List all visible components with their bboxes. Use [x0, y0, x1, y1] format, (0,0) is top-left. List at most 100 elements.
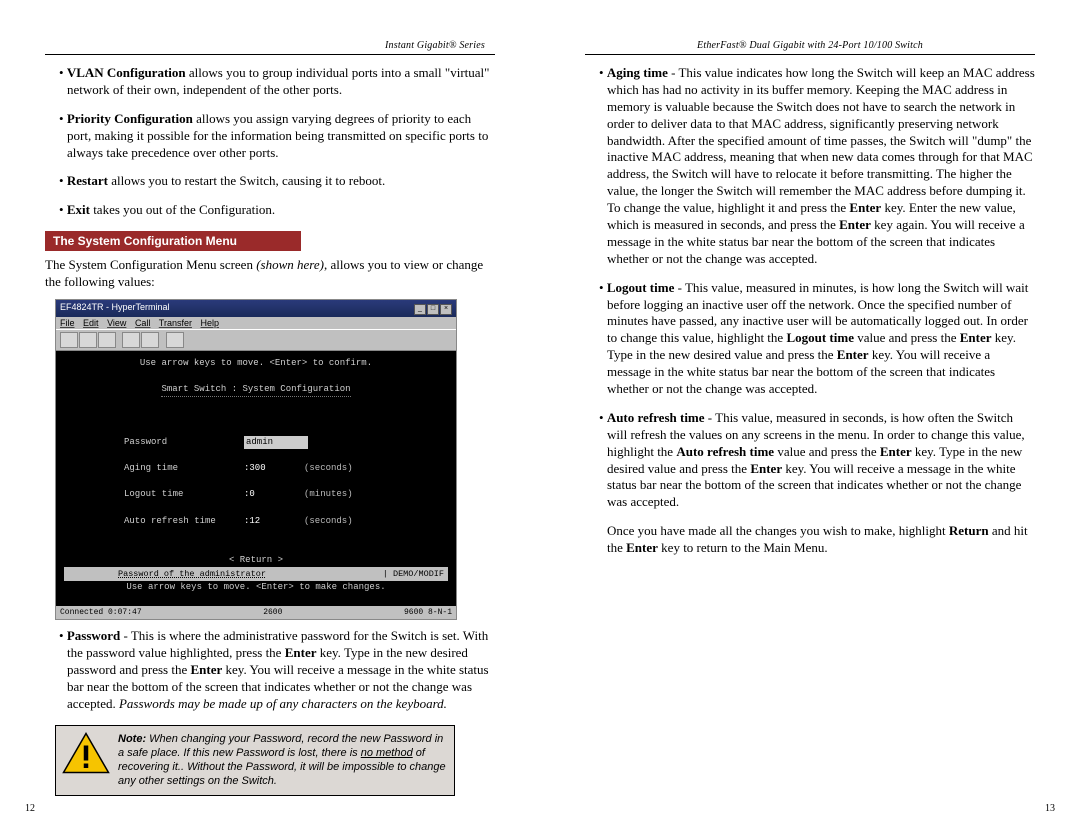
feature-list: VLAN Configuration allows you to group i…: [55, 65, 495, 219]
key: Enter: [626, 540, 658, 555]
label: Password: [67, 628, 120, 643]
value: :300: [244, 462, 304, 475]
t: The System Configuration Menu screen: [45, 257, 256, 272]
label: Exit: [67, 202, 90, 217]
t: value and press the: [854, 330, 960, 345]
window-titlebar: EF4824TR - HyperTerminal _□×: [56, 300, 456, 317]
page-number-left: 12: [25, 803, 35, 814]
label: Logout time: [64, 488, 244, 501]
label: Password: [64, 436, 244, 449]
instruction: Use arrow keys to move. <Enter> to confi…: [64, 357, 448, 370]
label: Auto refresh time: [607, 410, 705, 425]
value: :12: [244, 515, 304, 528]
menubar: File Edit View Call Transfer Help: [56, 317, 456, 329]
label: Aging time: [64, 462, 244, 475]
label: Aging time: [607, 65, 668, 80]
t: Once you have made all the changes you w…: [607, 523, 949, 538]
row-aging: Aging time :300 (seconds): [64, 462, 448, 475]
tool-icon: [79, 332, 97, 348]
value: admin: [244, 436, 308, 449]
tool-icon: [166, 332, 184, 348]
aging-para: Aging time - This value indicates how lo…: [595, 65, 1035, 268]
menu-call: Call: [135, 318, 151, 328]
label: Restart: [67, 173, 108, 188]
refresh-para: Auto refresh time - This value, measured…: [595, 410, 1035, 511]
sb-right: 9600 8-N-1: [404, 608, 452, 617]
key: Auto refresh time: [676, 444, 774, 459]
key: Logout time: [786, 330, 854, 345]
text: takes you out of the Configuration.: [90, 202, 275, 217]
menu-transfer: Transfer: [159, 318, 192, 328]
key: Enter: [880, 444, 912, 459]
row-password: Password admin: [64, 436, 448, 449]
t: - This value indicates how long the Swit…: [607, 65, 1035, 215]
tool-icon: [98, 332, 116, 348]
b: Note:: [118, 733, 146, 745]
menu-edit: Edit: [83, 318, 99, 328]
return-option: < Return >: [64, 554, 448, 567]
item-exit: Exit takes you out of the Configuration.: [55, 202, 495, 219]
key: Enter: [837, 347, 869, 362]
page-left: Instant Gigabit® Series VLAN Configurati…: [0, 0, 540, 834]
u: no method: [361, 747, 413, 759]
unit: (minutes): [304, 488, 353, 501]
rule: [585, 54, 1035, 55]
minimize-icon: _: [414, 304, 426, 315]
logout-para: Logout time - This value, measured in mi…: [595, 280, 1035, 398]
close-icon: ×: [440, 304, 452, 315]
toolbar: [56, 329, 456, 351]
sb-conn: Connected 0:07:47: [60, 608, 142, 617]
statusbar: Connected 0:07:47 2600 9600 8-N-1: [56, 606, 456, 619]
item-priority: Priority Configuration allows you assign…: [55, 111, 495, 162]
note-box: Note: When changing your Password, recor…: [55, 725, 455, 796]
rule: [45, 54, 495, 55]
label: Logout time: [607, 280, 675, 295]
menu-help: Help: [201, 318, 220, 328]
bottom-hint: Use arrow keys to move. <Enter> to make …: [64, 581, 448, 594]
header-left: Instant Gigabit® Series: [45, 40, 495, 51]
em: Passwords may be made up of any characte…: [119, 696, 447, 711]
terminal-screenshot: EF4824TR - HyperTerminal _□× File Edit V…: [55, 299, 457, 620]
key: Enter: [285, 645, 317, 660]
em: (shown here): [256, 257, 324, 272]
item-vlan: VLAN Configuration allows you to group i…: [55, 65, 495, 99]
tool-icon: [141, 332, 159, 348]
key: Enter: [849, 200, 881, 215]
text: allows you to restart the Switch, causin…: [108, 173, 385, 188]
window-title: EF4824TR - HyperTerminal: [60, 302, 170, 315]
row-refresh: Auto refresh time :12 (seconds): [64, 515, 448, 528]
warning-icon: [62, 732, 110, 774]
label: Priority Configuration: [67, 111, 193, 126]
status-tag: | DEMO/MODIF: [383, 568, 444, 580]
tool-icon: [122, 332, 140, 348]
key: Enter: [750, 461, 782, 476]
status-hint: Password of the administrator: [68, 568, 266, 580]
status-line: Password of the administrator | DEMO/MOD…: [64, 567, 448, 581]
menu-file: File: [60, 318, 75, 328]
closing-para: Once you have made all the changes you w…: [607, 523, 1035, 557]
key: Enter: [839, 217, 871, 232]
t: key to return to the Main Menu.: [658, 540, 828, 555]
section-heading: The System Configuration Menu: [45, 231, 301, 251]
sb-mid: 2600: [263, 608, 282, 617]
maximize-icon: □: [427, 304, 439, 315]
terminal-body: Use arrow keys to move. <Enter> to confi…: [56, 351, 456, 606]
row-logout: Logout time :0 (minutes): [64, 488, 448, 501]
window-buttons: _□×: [413, 302, 452, 315]
right-list: Aging time - This value indicates how lo…: [595, 65, 1035, 511]
tool-icon: [60, 332, 78, 348]
label: Auto refresh time: [64, 515, 244, 528]
page-right: EtherFast® Dual Gigabit with 24-Port 10/…: [540, 0, 1080, 834]
intro-paragraph: The System Configuration Menu screen (sh…: [45, 257, 495, 291]
menu-view: View: [107, 318, 126, 328]
item-restart: Restart allows you to restart the Switch…: [55, 173, 495, 190]
screen-title: Smart Switch : System Configuration: [64, 383, 448, 397]
value: :0: [244, 488, 304, 501]
header-right: EtherFast® Dual Gigabit with 24-Port 10/…: [585, 40, 1035, 51]
unit: (seconds): [304, 515, 353, 528]
unit: (seconds): [304, 462, 353, 475]
note-text: Note: When changing your Password, recor…: [118, 732, 448, 789]
key: Enter: [190, 662, 222, 677]
key: Return: [949, 523, 989, 538]
key: Enter: [960, 330, 992, 345]
